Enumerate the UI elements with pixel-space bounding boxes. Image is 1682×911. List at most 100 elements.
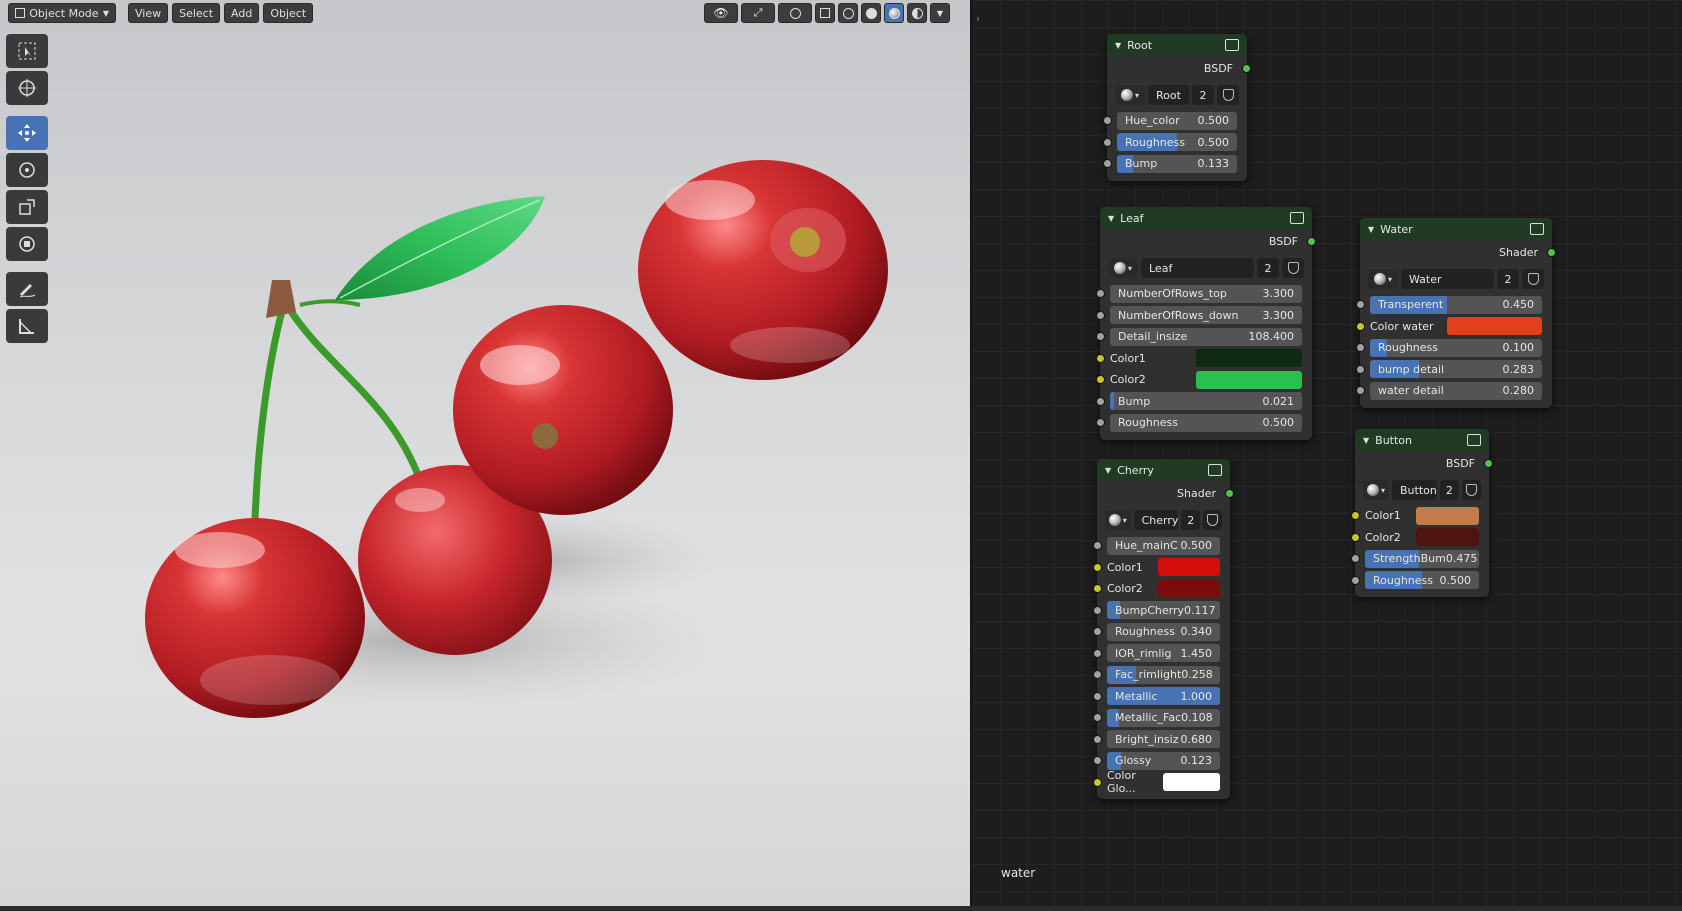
value-slider[interactable]: NumberOfRows_top 3.300	[1110, 284, 1302, 303]
cursor-tool[interactable]	[6, 71, 48, 105]
shader-node-editor[interactable]: › ▼ Root BSDF ▾ Root 2 Hue_color 0.500 Roug…	[973, 0, 1682, 906]
view-menu[interactable]: View	[128, 3, 169, 23]
input-socket[interactable]	[1093, 691, 1102, 701]
group-users-count[interactable]: 2	[1192, 85, 1214, 105]
fake-user-button[interactable]	[1282, 258, 1304, 278]
input-socket[interactable]	[1096, 332, 1105, 341]
value-slider[interactable]: Hue_mainC 0.500	[1107, 536, 1220, 555]
material-sphere-icon[interactable]: ▾	[1105, 510, 1131, 530]
collapse-triangle-icon[interactable]: ▼	[1108, 214, 1114, 223]
move-tool[interactable]	[6, 116, 48, 150]
input-socket[interactable]	[1356, 343, 1365, 352]
chevron-right-icon[interactable]: ›	[976, 14, 980, 25]
input-socket[interactable]	[1351, 554, 1360, 563]
input-socket[interactable]	[1093, 541, 1102, 550]
output-socket[interactable]	[1484, 459, 1493, 468]
xray-button[interactable]	[815, 3, 835, 23]
input-socket[interactable]	[1351, 511, 1360, 520]
value-slider[interactable]: Bright_insiz 0.680	[1107, 730, 1220, 749]
color-swatch[interactable]	[1196, 370, 1302, 389]
input-socket[interactable]	[1351, 575, 1360, 585]
input-socket[interactable]	[1093, 713, 1102, 722]
input-socket[interactable]	[1103, 137, 1112, 147]
output-socket[interactable]	[1242, 64, 1251, 73]
value-slider[interactable]: Roughness 0.500	[1365, 571, 1479, 590]
node-root[interactable]: ▼ Root BSDF ▾ Root 2 Hue_color 0.500 Roughn…	[1103, 34, 1251, 181]
material-sphere-icon[interactable]: ▾	[1368, 269, 1398, 289]
input-socket[interactable]	[1093, 648, 1102, 658]
rotate-tool[interactable]	[6, 153, 48, 187]
measure-tool[interactable]	[6, 309, 48, 343]
node-button[interactable]: ▼ Button BSDF ▾ Button 2 Color1 Color2 Stre…	[1351, 429, 1493, 597]
group-users-count[interactable]: 2	[1497, 269, 1519, 289]
node-header[interactable]: ▼ Button	[1355, 429, 1489, 451]
input-socket[interactable]	[1093, 734, 1102, 744]
input-socket[interactable]	[1356, 386, 1365, 395]
group-name-field[interactable]: Cherry	[1133, 510, 1179, 530]
object-menu[interactable]: Object	[263, 3, 314, 23]
collapse-triangle-icon[interactable]: ▼	[1105, 466, 1111, 475]
group-users-count[interactable]: 2	[1181, 510, 1201, 530]
input-socket[interactable]	[1103, 116, 1112, 125]
input-socket[interactable]	[1093, 562, 1102, 572]
input-socket[interactable]	[1093, 777, 1102, 787]
value-slider[interactable]: Roughness 0.500	[1117, 133, 1237, 152]
group-users-count[interactable]: 2	[1439, 480, 1459, 500]
3d-viewport[interactable]: Object Mode ▼ View Select Add Object 👁 ⤢…	[0, 0, 970, 906]
visibility-button[interactable]: 👁	[704, 3, 738, 23]
input-socket[interactable]	[1096, 375, 1105, 384]
input-socket[interactable]	[1096, 310, 1105, 320]
color-swatch[interactable]	[1416, 528, 1479, 547]
node-header[interactable]: ▼ Root	[1107, 34, 1247, 56]
input-socket[interactable]	[1093, 756, 1102, 765]
material-preview-button[interactable]	[884, 3, 904, 23]
value-slider[interactable]: Transperent 0.450	[1370, 295, 1542, 314]
value-slider[interactable]: water detail 0.280	[1370, 381, 1542, 400]
collapse-triangle-icon[interactable]: ▼	[1363, 436, 1369, 445]
value-slider[interactable]: Glossy 0.123	[1107, 751, 1220, 770]
input-socket[interactable]	[1093, 584, 1102, 593]
object-mode-dropdown[interactable]: Object Mode ▼	[8, 3, 116, 23]
value-slider[interactable]: NumberOfRows_down 3.300	[1110, 306, 1302, 325]
fake-user-button[interactable]	[1203, 510, 1222, 530]
input-socket[interactable]	[1103, 159, 1112, 168]
value-slider[interactable]: Hue_color 0.500	[1117, 111, 1237, 130]
value-slider[interactable]: Bump 0.021	[1110, 392, 1302, 411]
value-slider[interactable]: IOR_rimlig 1.450	[1107, 644, 1220, 663]
collapse-triangle-icon[interactable]: ▼	[1368, 225, 1374, 234]
group-name-field[interactable]: Water	[1401, 269, 1494, 289]
output-socket[interactable]	[1547, 248, 1556, 257]
material-sphere-icon[interactable]: ▾	[1115, 85, 1145, 105]
wireframe-shading-button[interactable]	[838, 3, 858, 23]
group-name-field[interactable]: Button	[1392, 480, 1437, 500]
input-socket[interactable]	[1096, 396, 1105, 406]
value-slider[interactable]: BumpCherry 0.117	[1107, 601, 1220, 620]
input-socket[interactable]	[1356, 321, 1365, 331]
group-name-field[interactable]: Leaf	[1141, 258, 1254, 278]
value-slider[interactable]: Bump 0.133	[1117, 154, 1237, 173]
value-slider[interactable]: Detail_insize 108.400	[1110, 327, 1302, 346]
color-swatch[interactable]	[1157, 579, 1220, 598]
value-slider[interactable]: Roughness 0.100	[1370, 338, 1542, 357]
input-socket[interactable]	[1096, 353, 1105, 363]
annotate-tool[interactable]	[6, 272, 48, 306]
group-name-field[interactable]: Root	[1148, 85, 1189, 105]
select-box-tool[interactable]	[6, 34, 48, 68]
color-swatch[interactable]	[1416, 506, 1479, 525]
value-slider[interactable]: Roughness 0.340	[1107, 622, 1220, 641]
node-header[interactable]: ▼ Cherry	[1097, 459, 1230, 481]
input-socket[interactable]	[1096, 418, 1105, 427]
scale-tool[interactable]	[6, 190, 48, 224]
overlays-button[interactable]	[778, 3, 812, 23]
value-slider[interactable]: Metallic 1.000	[1107, 687, 1220, 706]
fake-user-button[interactable]	[1217, 85, 1239, 105]
color-swatch[interactable]	[1162, 773, 1220, 792]
gizmo-button[interactable]: ⤢	[741, 3, 775, 23]
output-socket[interactable]	[1225, 489, 1234, 498]
output-socket[interactable]	[1307, 237, 1316, 246]
node-water[interactable]: ▼ Water Shader ▾ Water 2 Transperent 0.450…	[1356, 218, 1556, 408]
value-slider[interactable]: Roughness 0.500	[1110, 413, 1302, 432]
node-header[interactable]: ▼ Leaf	[1100, 207, 1312, 229]
color-swatch[interactable]	[1196, 349, 1302, 368]
input-socket[interactable]	[1093, 627, 1102, 636]
